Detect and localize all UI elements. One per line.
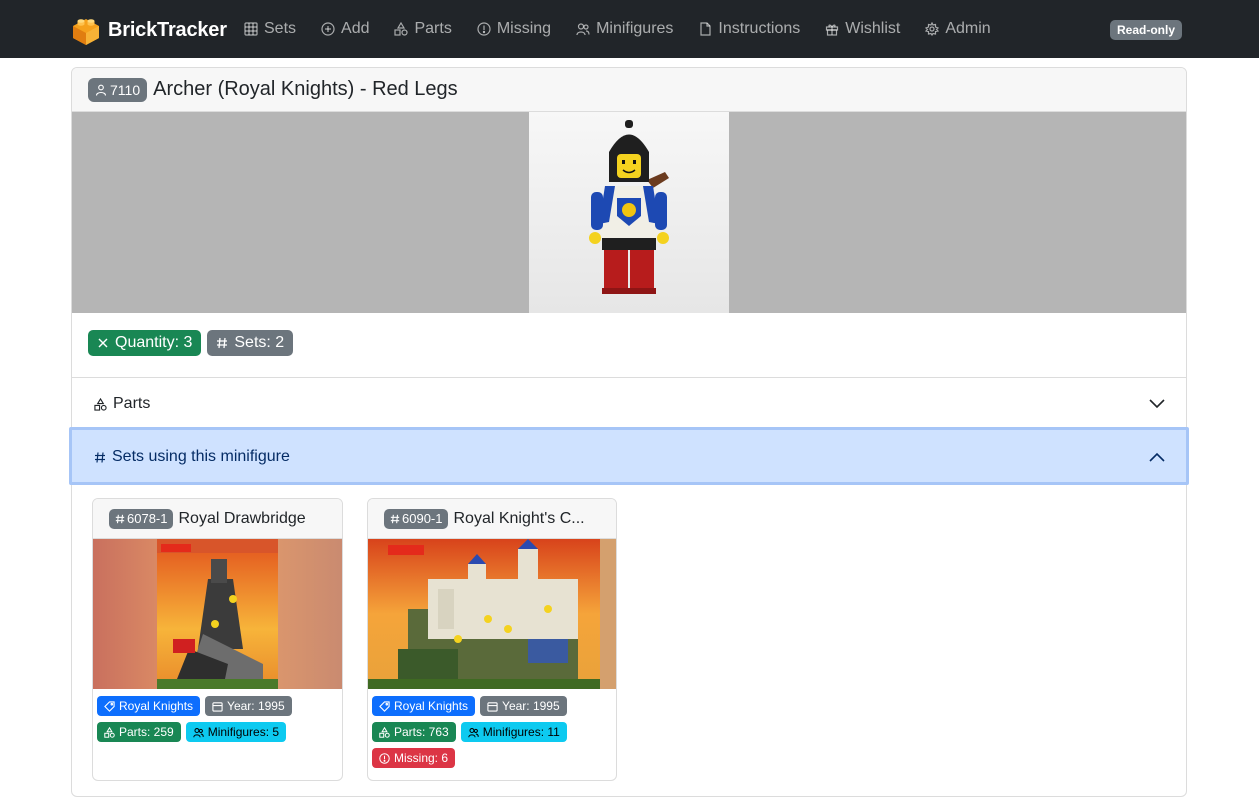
set-name[interactable]: Royal Drawbridge (178, 510, 305, 528)
accordion-sets-label: Sets using this minifigure (112, 448, 290, 465)
nav-item-label: Parts (414, 20, 452, 37)
grid-icon (244, 22, 258, 36)
set-box-art (368, 539, 616, 689)
calendar-icon (487, 701, 498, 712)
users-icon (467, 727, 479, 737)
person-icon (95, 84, 107, 96)
set-card[interactable]: 6078-1 Royal Drawbridge Royal Knights Ye… (92, 498, 343, 781)
lego-brick-icon (73, 19, 99, 45)
readonly-badge: Read-only (1110, 20, 1183, 40)
nav-item-admin[interactable]: Admin (925, 20, 1001, 38)
nav-item-parts[interactable]: Parts (394, 20, 462, 38)
nav-item-minifigures[interactable]: Minifigures (576, 20, 684, 38)
nav-item-label: Admin (945, 20, 991, 37)
parts-label: Parts: 763 (394, 725, 449, 739)
gear-icon (925, 22, 940, 36)
missing-label: Missing: 6 (394, 751, 449, 765)
nav-item-label: Minifigures (596, 20, 674, 37)
minifigure-photo (529, 112, 729, 313)
set-id: 6090-1 (402, 511, 443, 526)
set-id: 6078-1 (127, 511, 168, 526)
set-tags: Royal Knights Year: 1995 Parts: 763 Mini… (368, 689, 616, 768)
accordion-sets-toggle[interactable]: Sets using this minifigure (72, 429, 1186, 485)
parts-label: Parts: 259 (119, 725, 174, 739)
set-card[interactable]: 6090-1 Royal Knight's C... Royal Knights… (367, 498, 617, 781)
sets-count-label: Sets: 2 (234, 334, 285, 351)
nav-item-label: Instructions (718, 20, 801, 37)
brand-link[interactable]: BrickTracker (70, 14, 227, 46)
minifigures-badge[interactable]: Minifigures: 5 (185, 722, 287, 742)
calendar-icon (212, 701, 223, 712)
theme-badge[interactable]: Royal Knights (372, 696, 476, 716)
hash-icon (390, 514, 400, 523)
accordion-parts-toggle[interactable]: Parts (72, 378, 1186, 430)
tag-icon (379, 700, 390, 712)
alert-circle-icon (477, 22, 491, 36)
minifigure-image[interactable] (529, 112, 729, 313)
parts-badge[interactable]: Parts: 259 (97, 722, 181, 742)
theme-badge[interactable]: Royal Knights (97, 696, 201, 716)
minifigure-id: 7110 (110, 81, 141, 98)
minifigures-label: Minifigures: 5 (207, 725, 280, 739)
quantity-label: Quantity: 3 (115, 334, 193, 351)
plus-circle-icon (321, 22, 335, 36)
set-card-header: 6090-1 Royal Knight's C... (368, 499, 616, 539)
minifigure-id-badge: 7110 (88, 77, 148, 102)
set-id-badge: 6090-1 (384, 508, 449, 529)
users-icon (192, 727, 204, 737)
year-label: Year: 1995 (502, 699, 560, 713)
nav-links: Sets Add Parts Missing Minifigures Instr… (244, 0, 1016, 58)
set-tags: Royal Knights Year: 1995 Parts: 259 Mini… (93, 689, 342, 742)
file-icon (700, 22, 712, 36)
shapes-icon (394, 22, 409, 36)
hash-icon (95, 451, 105, 463)
nav-item-label: Wishlist (845, 20, 901, 37)
shapes-icon (94, 397, 107, 411)
year-badge[interactable]: Year: 1995 (480, 696, 567, 716)
quantity-badge: Quantity: 3 (88, 330, 202, 356)
year-badge[interactable]: Year: 1995 (205, 696, 292, 716)
nav-item-sets[interactable]: Sets (244, 20, 307, 38)
hash-icon (115, 514, 125, 523)
parts-badge[interactable]: Parts: 763 (372, 722, 456, 742)
x-icon (98, 338, 108, 348)
chevron-down-icon (1149, 399, 1165, 409)
theme-label: Royal Knights (119, 699, 194, 713)
tag-icon (104, 700, 115, 712)
nav-item-missing[interactable]: Missing (477, 20, 562, 38)
missing-badge[interactable]: Missing: 6 (372, 748, 456, 768)
set-card-header: 6078-1 Royal Drawbridge (93, 499, 342, 539)
minifigure-image-banner (72, 112, 1186, 313)
minifigures-badge[interactable]: Minifigures: 11 (460, 722, 567, 742)
minifigures-label: Minifigures: 11 (482, 725, 560, 739)
sets-count-badge: Sets: 2 (207, 330, 294, 356)
shapes-icon (379, 726, 390, 738)
set-box-art (93, 539, 342, 689)
year-label: Year: 1995 (227, 699, 285, 713)
accordion-parts-label: Parts (113, 395, 151, 412)
users-icon (576, 23, 590, 36)
nav-item-add[interactable]: Add (321, 20, 380, 38)
stats-badges: Quantity: 3 Sets: 2 (88, 330, 294, 356)
nav-item-label: Missing (496, 20, 552, 37)
nav-item-wishlist[interactable]: Wishlist (825, 20, 911, 38)
set-image[interactable] (93, 539, 342, 689)
alert-circle-icon (379, 752, 390, 764)
set-id-badge: 6078-1 (109, 508, 174, 529)
set-name[interactable]: Royal Knight's C... (453, 510, 584, 528)
gift-icon (826, 24, 839, 36)
brand-name: BrickTracker (108, 18, 227, 41)
hash-icon (217, 337, 228, 349)
top-navbar: BrickTracker Sets Add Parts Missing Mini… (0, 0, 1259, 58)
nav-item-label: Sets (264, 20, 297, 37)
page-title: Archer (Royal Knights) - Red Legs (153, 78, 458, 100)
set-image[interactable] (368, 539, 616, 689)
card-header: 7110 Archer (Royal Knights) - Red Legs (72, 68, 1186, 112)
chevron-up-icon (1149, 452, 1165, 462)
nav-item-label: Add (341, 20, 370, 37)
shapes-icon (104, 726, 115, 738)
nav-item-instructions[interactable]: Instructions (698, 20, 811, 38)
theme-label: Royal Knights (394, 699, 469, 713)
